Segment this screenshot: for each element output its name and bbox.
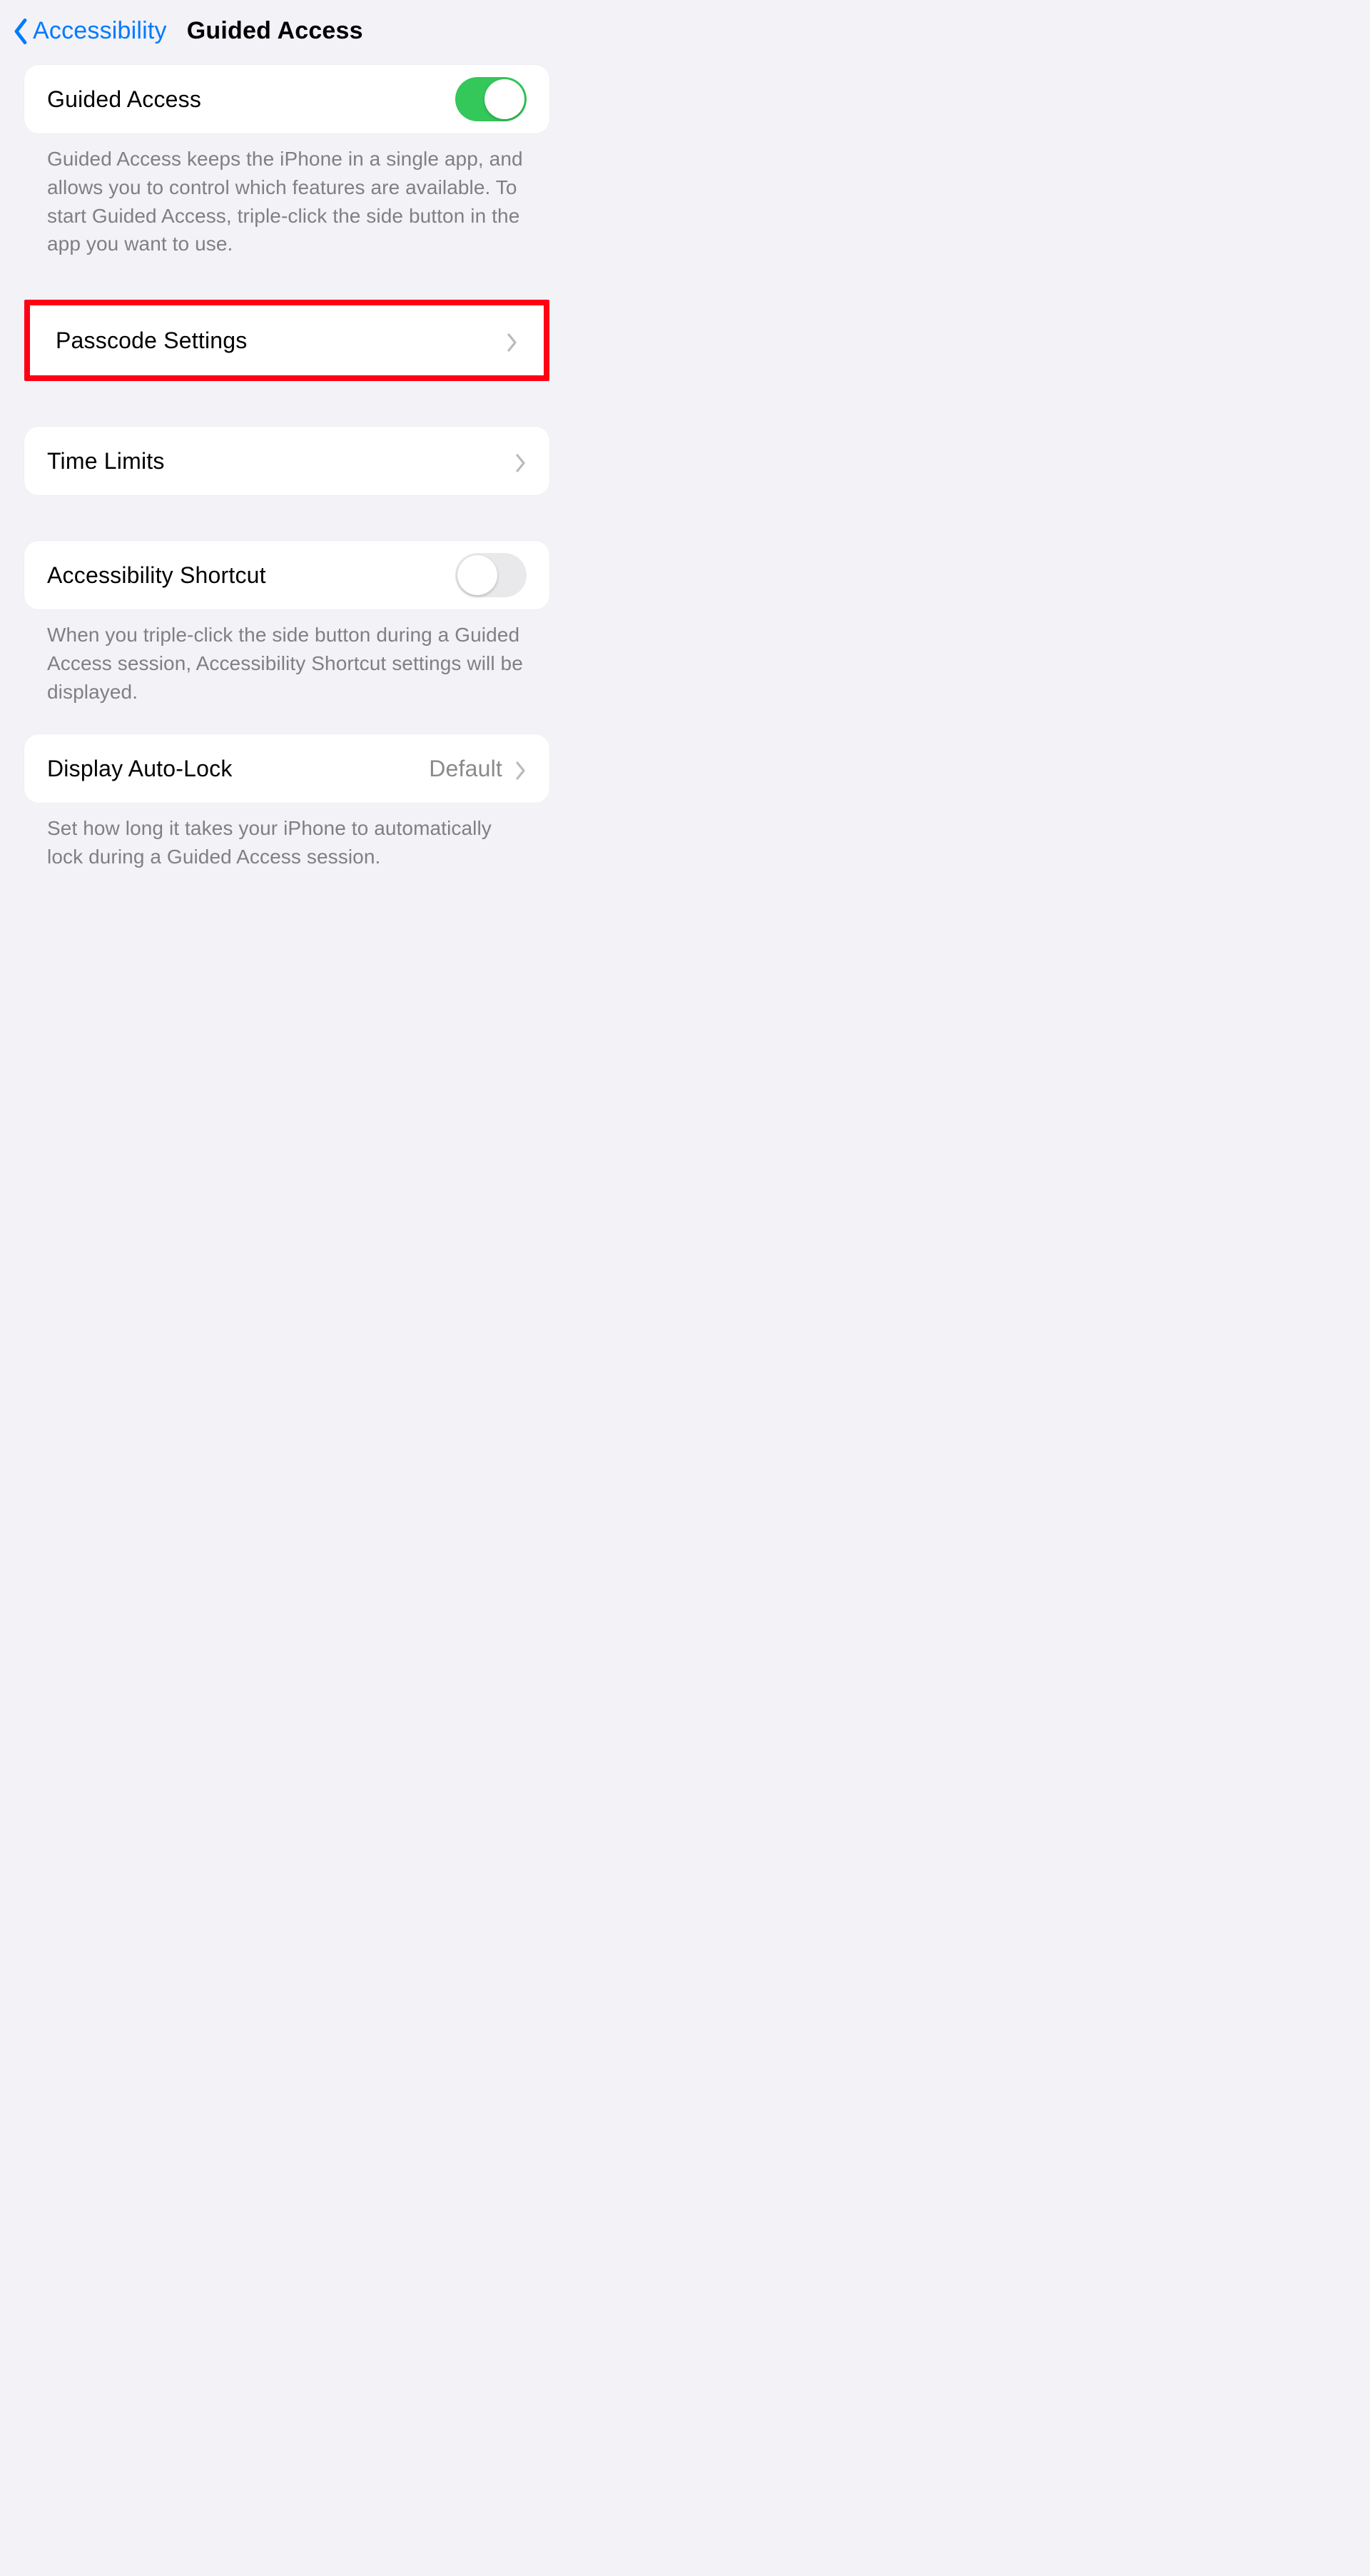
back-chevron-icon [13, 19, 29, 44]
row-label: Accessibility Shortcut [47, 562, 266, 589]
chevron-right-icon [507, 331, 518, 350]
highlight-annotation: Passcode Settings [24, 300, 549, 381]
row-accessibility-shortcut-toggle[interactable]: Accessibility Shortcut [24, 541, 549, 609]
section-passcode-settings: Passcode Settings [0, 300, 574, 381]
section-footer: Guided Access keeps the iPhone in a sing… [24, 133, 549, 258]
toggle-knob [484, 79, 524, 119]
section-footer: Set how long it takes your iPhone to aut… [24, 803, 549, 871]
row-label: Passcode Settings [56, 328, 247, 354]
page-title: Guided Access [187, 17, 561, 45]
section-footer: When you triple-click the side button du… [24, 609, 549, 706]
row-time-limits[interactable]: Time Limits [24, 427, 549, 495]
row-label: Time Limits [47, 448, 165, 475]
row-guided-access-toggle[interactable]: Guided Access [24, 65, 549, 133]
row-label: Guided Access [47, 86, 201, 113]
row-value: Default [429, 756, 502, 782]
toggle-knob [457, 555, 497, 595]
chevron-right-icon [515, 452, 527, 470]
toggle-accessibility-shortcut[interactable] [455, 553, 527, 597]
chevron-right-icon [515, 759, 527, 778]
row-label: Display Auto-Lock [47, 756, 233, 782]
back-label: Accessibility [33, 17, 167, 45]
toggle-guided-access[interactable] [455, 77, 527, 121]
section-time-limits: Time Limits [0, 427, 574, 495]
nav-bar: Accessibility Guided Access [0, 0, 574, 65]
section-display-auto-lock: Display Auto-Lock Default Set how long i… [0, 734, 574, 871]
back-button[interactable]: Accessibility [13, 17, 167, 45]
settings-screen: Accessibility Guided Access Guided Acces… [0, 0, 574, 1014]
section-guided-access: Guided Access Guided Access keeps the iP… [0, 65, 574, 258]
row-passcode-settings[interactable]: Passcode Settings [33, 308, 541, 372]
row-display-auto-lock[interactable]: Display Auto-Lock Default [24, 734, 549, 803]
section-accessibility-shortcut: Accessibility Shortcut When you triple-c… [0, 541, 574, 706]
